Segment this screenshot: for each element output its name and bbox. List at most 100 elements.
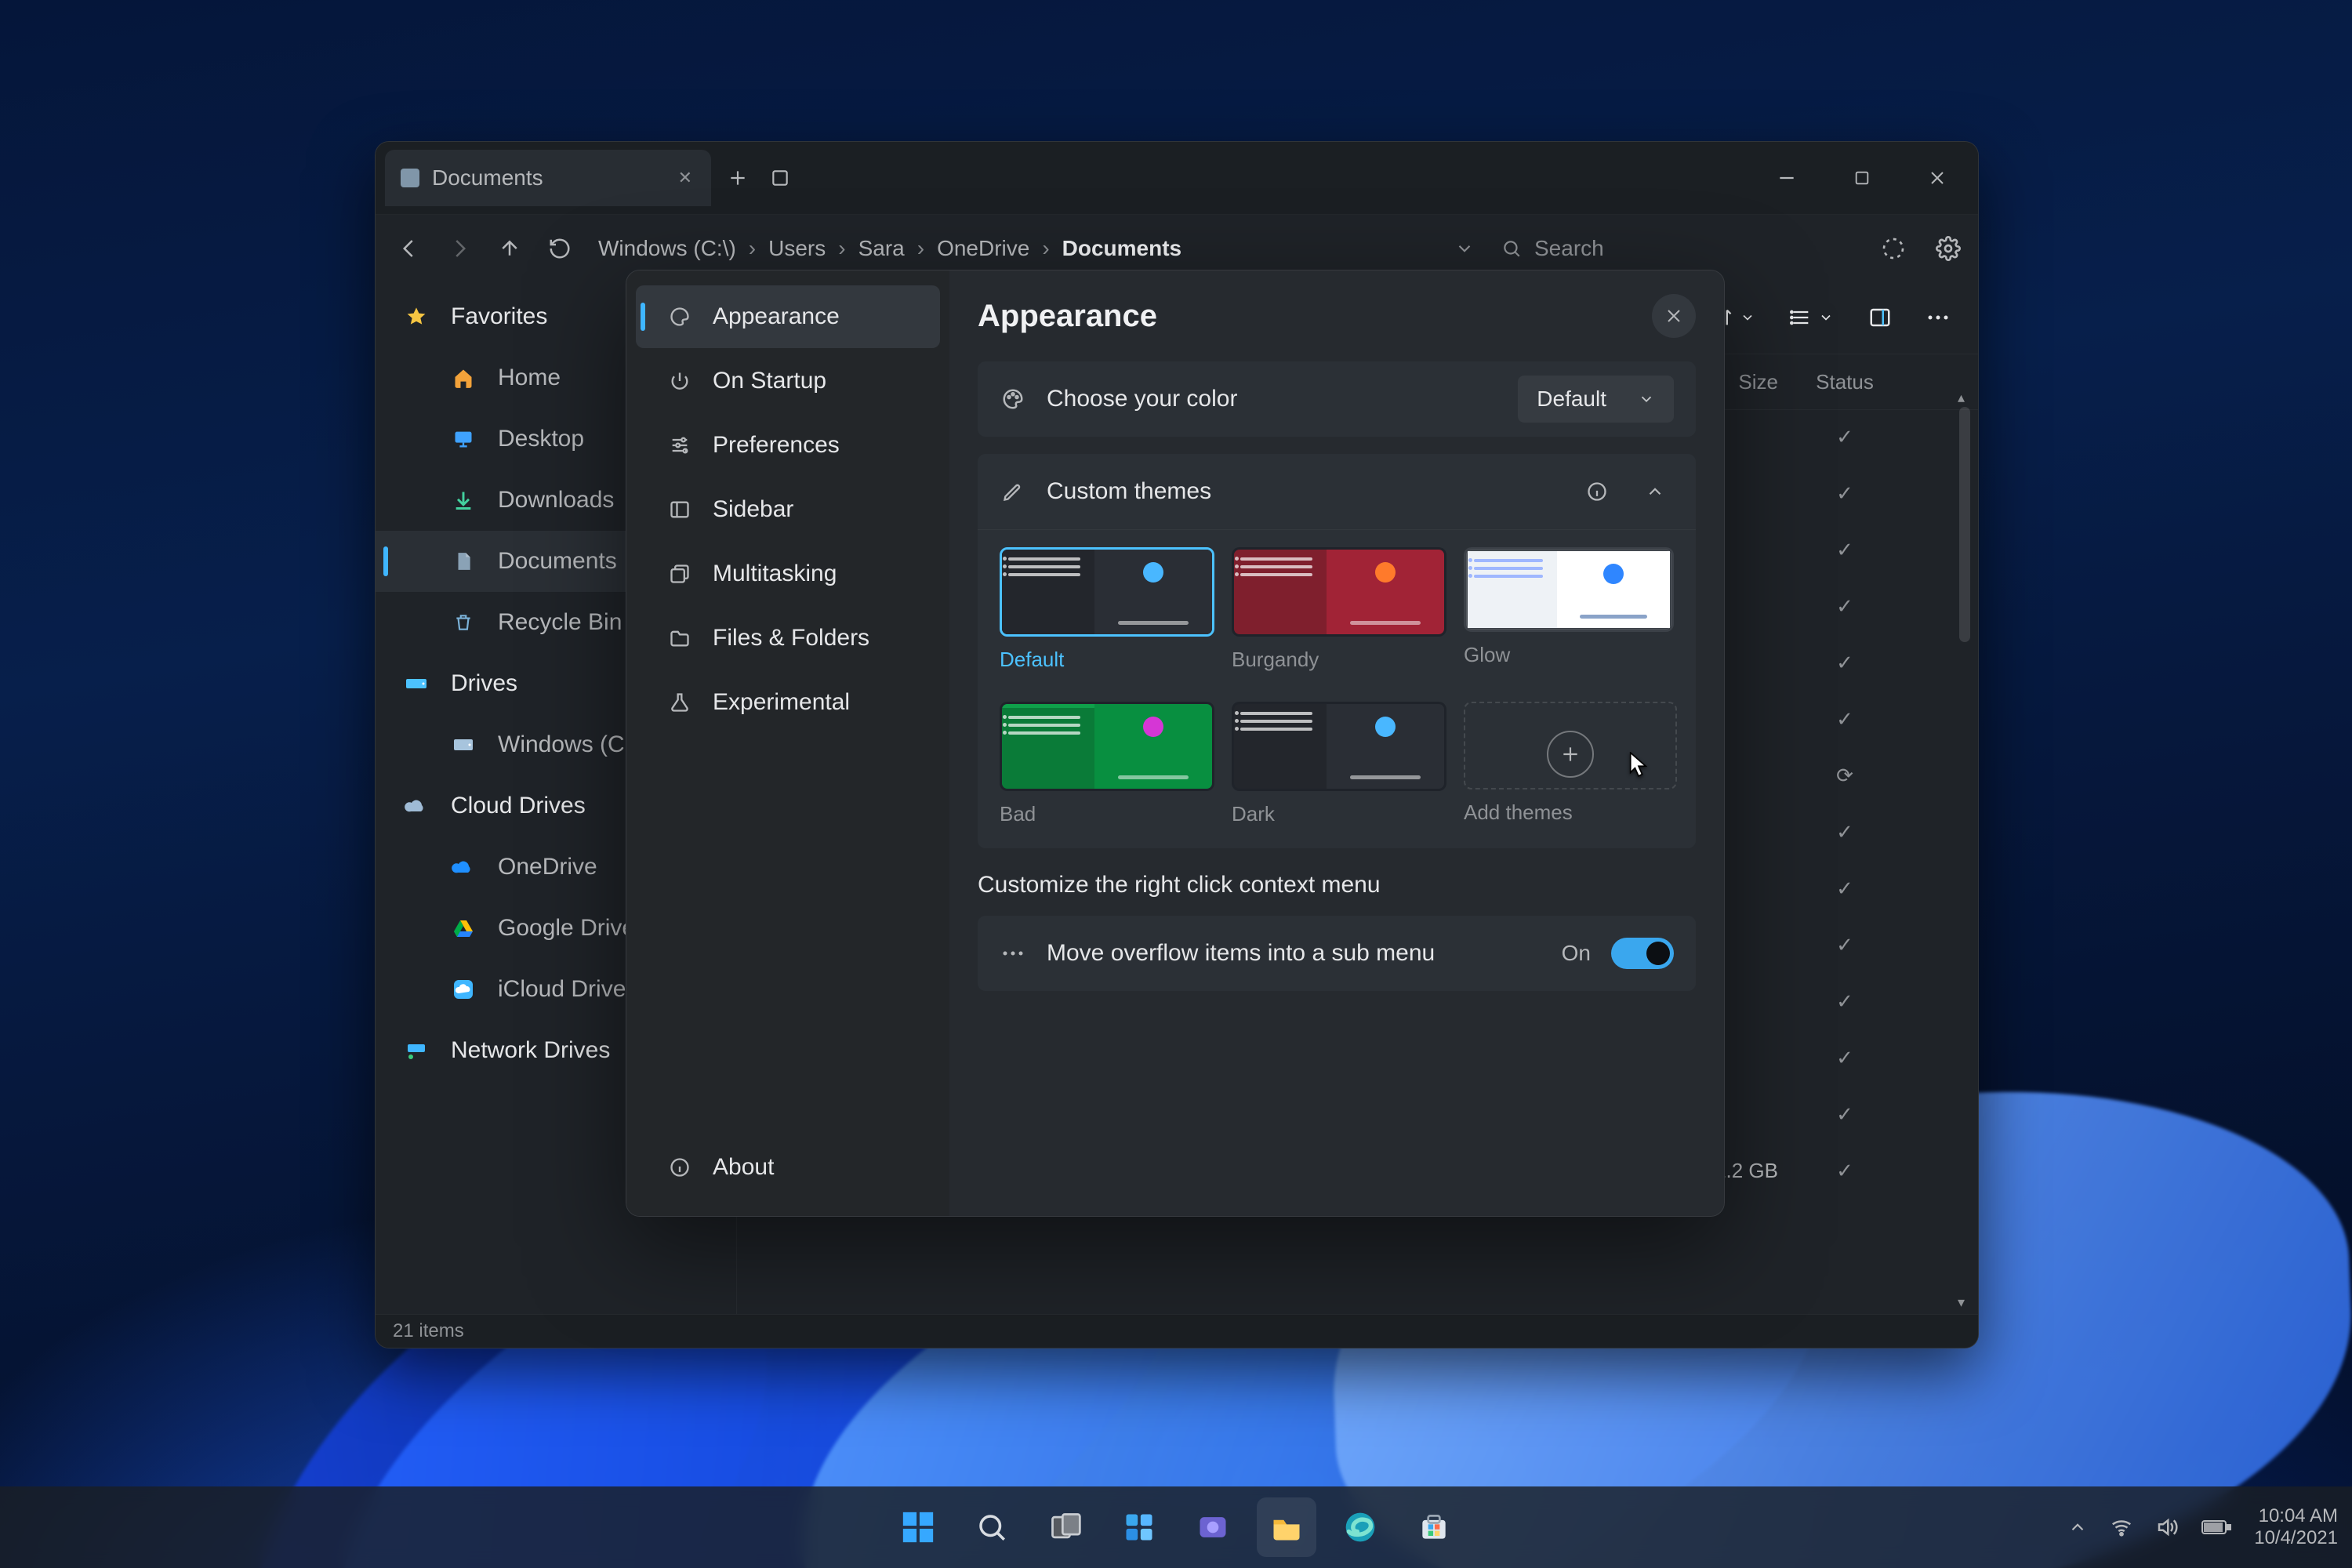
theme-glow[interactable]: Glow — [1464, 547, 1674, 672]
breadcrumb-part[interactable]: Sara — [858, 236, 905, 261]
chevron-down-icon — [1740, 310, 1755, 325]
ellipsis-icon — [1000, 940, 1026, 967]
star-icon — [404, 304, 429, 329]
theme-add-themes[interactable]: Add themes — [1464, 702, 1674, 826]
themes-label: Custom themes — [1047, 478, 1211, 505]
doc-icon — [451, 549, 476, 574]
power-icon — [667, 368, 692, 394]
chevron-down-icon[interactable] — [1454, 238, 1475, 259]
sidebar-item-label: Favorites — [451, 303, 547, 330]
settings-nav-appearance[interactable]: Appearance — [636, 285, 940, 348]
start-button[interactable] — [888, 1497, 948, 1557]
breadcrumb-part[interactable]: OneDrive — [937, 236, 1029, 261]
color-select-value: Default — [1537, 387, 1606, 412]
breadcrumb[interactable]: Windows (C:\)› Users› Sara› OneDrive› Do… — [587, 227, 1486, 270]
nav-forward-button[interactable] — [437, 226, 482, 271]
settings-nav-experimental[interactable]: Experimental — [636, 671, 940, 734]
settings-nav-label: Preferences — [713, 432, 840, 459]
scroll-up-icon[interactable]: ▴ — [1958, 390, 1972, 404]
theme-dark[interactable]: Dark — [1232, 702, 1442, 826]
store-button[interactable] — [1404, 1497, 1464, 1557]
collapse-button[interactable] — [1636, 473, 1674, 510]
overflow-toggle[interactable] — [1611, 938, 1674, 969]
settings-nav-about[interactable]: About — [636, 1136, 940, 1199]
close-tab-button[interactable]: ✕ — [672, 162, 699, 194]
sidebar-item-label: Drives — [451, 670, 517, 697]
settings-nav-files-folders[interactable]: Files & Folders — [636, 607, 940, 670]
theme-default[interactable]: Default — [1000, 547, 1210, 672]
window-minimize-button[interactable] — [1765, 156, 1809, 200]
scroll-down-icon[interactable]: ▾ — [1958, 1294, 1972, 1308]
nav-back-button[interactable] — [387, 226, 432, 271]
theme-burgandy[interactable]: Burgandy — [1232, 547, 1442, 672]
clock[interactable]: 10:04 AM 10/4/2021 — [2254, 1505, 2338, 1548]
settings-button[interactable] — [1929, 230, 1967, 267]
settings-nav-on-startup[interactable]: On Startup — [636, 350, 940, 412]
color-select[interactable]: Default — [1518, 376, 1674, 423]
window-maximize-button[interactable] — [1840, 156, 1884, 200]
teams-button[interactable] — [1183, 1497, 1243, 1557]
chevron-down-icon — [1638, 390, 1655, 408]
breadcrumb-part[interactable]: Documents — [1062, 236, 1181, 261]
wifi-icon[interactable] — [2110, 1515, 2133, 1539]
preview-pane-button[interactable] — [1859, 295, 1901, 340]
tab-documents[interactable]: Documents ✕ — [385, 150, 711, 206]
toggle-state: On — [1562, 941, 1591, 966]
theme-bad[interactable]: Bad — [1000, 702, 1210, 826]
time-text: 10:04 AM — [2259, 1505, 2338, 1527]
settings-nav: Appearance On Startup Preferences SidebarMu… — [626, 270, 949, 1216]
tab-label: Documents — [432, 165, 543, 191]
battery-icon[interactable] — [2201, 1518, 2232, 1537]
taskbar-center — [888, 1497, 1464, 1557]
nav-up-button[interactable] — [487, 226, 532, 271]
desktop-wallpaper: Documents ✕ — [0, 0, 2352, 1568]
taskbar: 10:04 AM 10/4/2021 — [0, 1486, 2352, 1568]
info-icon — [667, 1155, 692, 1180]
system-tray[interactable]: 10:04 AM 10/4/2021 — [2067, 1505, 2338, 1548]
settings-close-button[interactable] — [1652, 294, 1696, 338]
settings-nav-label: Experimental — [713, 689, 850, 716]
theme-label: Default — [1000, 648, 1210, 672]
file-explorer-button[interactable] — [1257, 1497, 1316, 1557]
col-status[interactable]: Status — [1778, 370, 1911, 394]
settings-nav-sidebar[interactable]: Sidebar — [636, 478, 940, 541]
more-button[interactable] — [1917, 295, 1959, 340]
nav-refresh-button[interactable] — [537, 226, 583, 271]
chevron-down-icon — [1818, 310, 1834, 325]
scrollbar-thumb[interactable] — [1959, 407, 1970, 642]
date-text: 10/4/2021 — [2254, 1527, 2338, 1549]
breadcrumb-part[interactable]: Users — [768, 236, 826, 261]
overflow-card: Move overflow items into a sub menu On — [978, 916, 1696, 991]
new-tab-button[interactable] — [722, 162, 753, 194]
widgets-button[interactable] — [1109, 1497, 1169, 1557]
settings-nav-label: Appearance — [713, 303, 840, 330]
settings-nav-multitasking[interactable]: Multitasking — [636, 543, 940, 605]
onedrive-icon — [451, 855, 476, 880]
settings-nav-preferences[interactable]: Preferences — [636, 414, 940, 477]
tab-overview-button[interactable] — [764, 162, 796, 194]
sidebar-item-label: iCloud Drive — [498, 976, 626, 1003]
window-close-button[interactable] — [1915, 156, 1959, 200]
progress-icon[interactable] — [1875, 230, 1912, 267]
scrollbar[interactable]: ▴ ▾ — [1959, 407, 1970, 1291]
edge-button[interactable] — [1330, 1497, 1390, 1557]
plus-icon — [1547, 731, 1594, 778]
palette-icon — [1000, 386, 1026, 412]
view-button[interactable] — [1780, 295, 1843, 340]
pencil-icon — [1000, 478, 1026, 505]
chevron-up-icon[interactable] — [2067, 1517, 2088, 1537]
breadcrumb-part[interactable]: Windows (C:\) — [598, 236, 736, 261]
volume-icon[interactable] — [2155, 1515, 2179, 1539]
search-input[interactable]: Search — [1490, 227, 1857, 270]
sidebar-item-label: Documents — [498, 548, 617, 575]
taskview-button[interactable] — [1036, 1497, 1095, 1557]
home-icon — [451, 365, 476, 390]
info-icon[interactable] — [1578, 473, 1616, 510]
theme-label: Add themes — [1464, 800, 1674, 825]
download-icon — [451, 488, 476, 513]
sidebar-item-label: Windows (C:) — [498, 731, 639, 758]
taskbar-search-button[interactable] — [962, 1497, 1022, 1557]
folder-icon — [667, 626, 692, 651]
settings-dialog: Appearance On Startup Preferences SidebarMu… — [626, 270, 1725, 1217]
theme-label: Burgandy — [1232, 648, 1442, 672]
